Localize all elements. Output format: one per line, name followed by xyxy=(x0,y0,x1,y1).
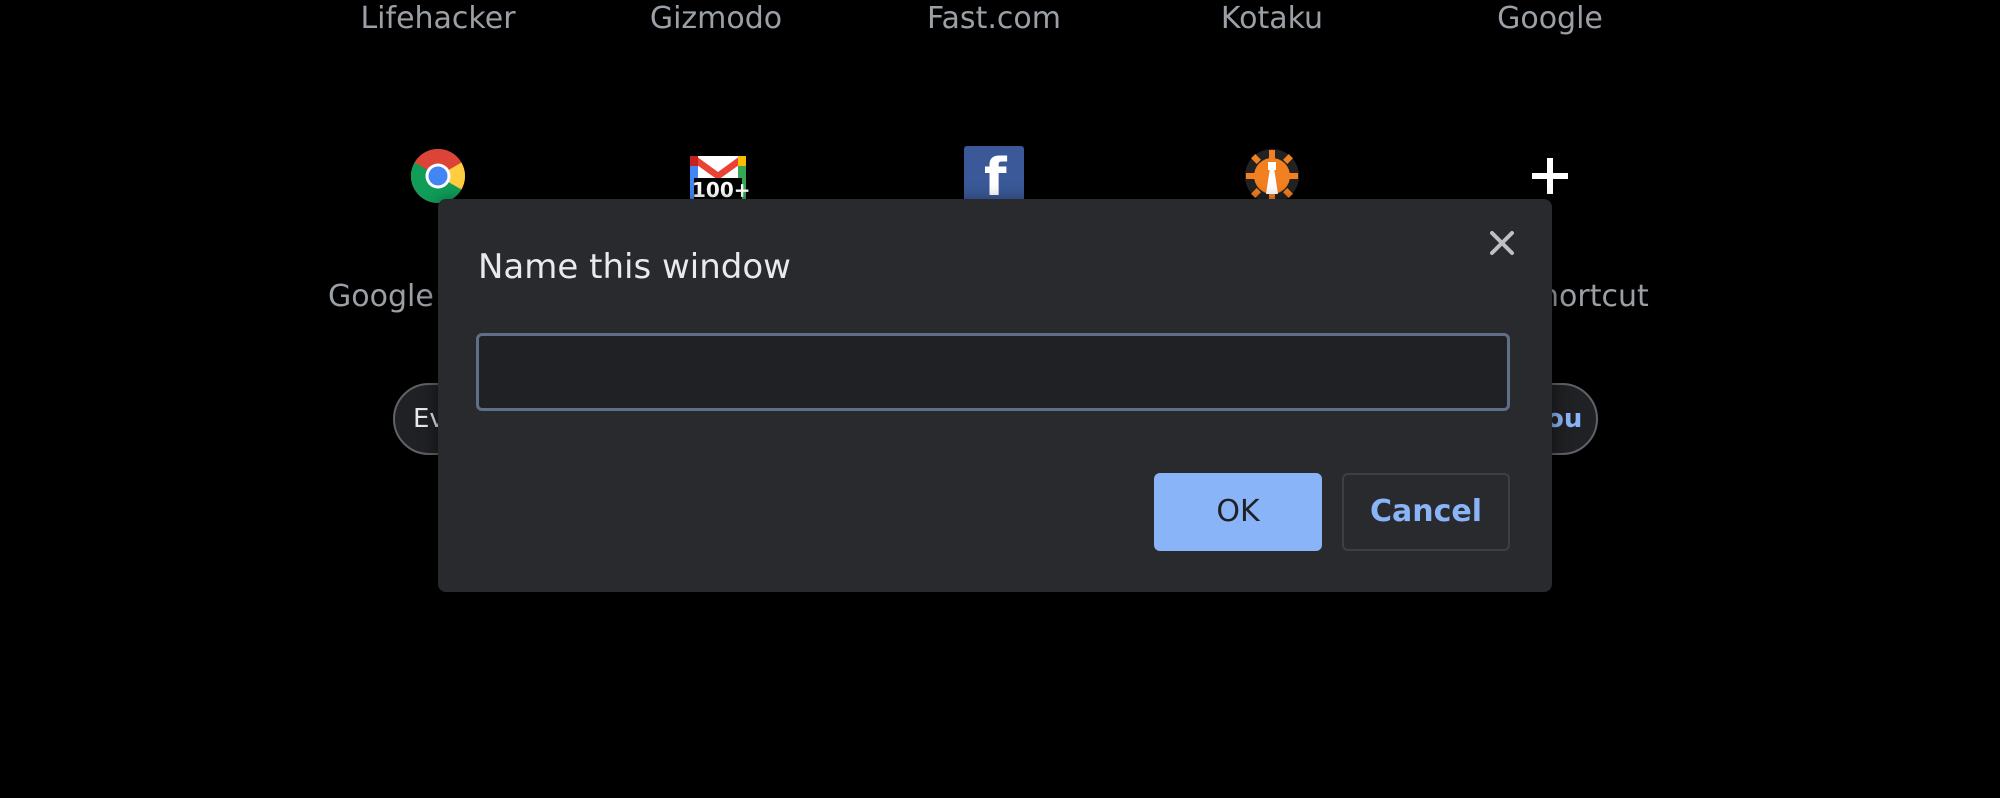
new-tab-page: Lifehacker Gizmodo Fast.com Kotaku Googl… xyxy=(0,0,2000,798)
close-icon[interactable] xyxy=(1478,219,1526,267)
facebook-glyph: f xyxy=(984,148,1007,206)
window-name-input[interactable] xyxy=(476,333,1510,411)
add-shortcut-label[interactable]: hortcut xyxy=(1540,278,1649,316)
ok-button[interactable]: OK xyxy=(1154,473,1322,551)
gmail-icon[interactable]: 100+ xyxy=(688,148,751,204)
shortcut-label-lifehacker[interactable]: Lifehacker xyxy=(328,0,548,38)
dialog-title: Name this window xyxy=(478,247,791,287)
shortcut-label-google-chrome[interactable]: Google xyxy=(328,278,434,316)
shortcut-label-fast[interactable]: Fast.com xyxy=(884,0,1104,38)
plus-icon[interactable] xyxy=(1522,148,1578,204)
cancel-button[interactable]: Cancel xyxy=(1342,473,1510,551)
shortcut-label-google[interactable]: Google xyxy=(1440,0,1660,38)
cloudflare-tower-icon[interactable] xyxy=(1244,148,1300,204)
chrome-icon[interactable] xyxy=(410,148,466,204)
shortcut-label-gizmodo[interactable]: Gizmodo xyxy=(606,0,826,38)
facebook-icon[interactable]: f xyxy=(964,146,1024,206)
name-window-dialog: Name this window OK Cancel xyxy=(438,199,1552,592)
shortcut-label-kotaku[interactable]: Kotaku xyxy=(1162,0,1382,38)
